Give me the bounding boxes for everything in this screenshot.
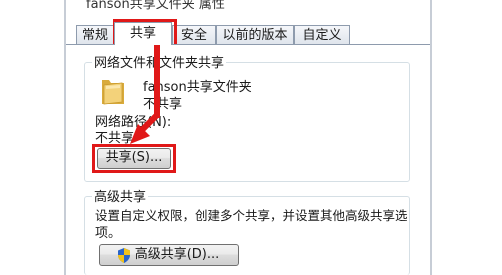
tab-customize[interactable]: 自定义 xyxy=(294,25,350,44)
uac-shield-icon xyxy=(118,248,130,263)
advanced-sharing-button-label: 高级共享(D)... xyxy=(134,247,220,262)
share-button-highlight-annotation xyxy=(92,144,176,173)
advanced-sharing-description-line2: 项。 xyxy=(95,226,122,241)
advanced-sharing-group-title: 高级共享 xyxy=(92,186,149,205)
tab-security[interactable]: 安全 xyxy=(172,25,216,44)
advanced-sharing-description-line1: 设置自定义权限，创建多个共享，并设置其他高级共享选 xyxy=(95,208,408,223)
window-frame-right xyxy=(430,0,432,275)
folder-icon xyxy=(102,80,124,105)
tab-general[interactable]: 常规 xyxy=(76,25,114,44)
red-arrow-annotation xyxy=(130,28,160,144)
window-title: fanson共享文件夹 属性 xyxy=(86,0,225,12)
tab-sharing[interactable]: 共享 xyxy=(114,22,172,45)
tab-previous-versions[interactable]: 以前的版本 xyxy=(216,25,294,44)
advanced-sharing-button[interactable]: 高级共享(D)... xyxy=(99,244,239,266)
tab-strip: 常规 共享 安全 以前的版本 自定义 xyxy=(66,22,430,45)
